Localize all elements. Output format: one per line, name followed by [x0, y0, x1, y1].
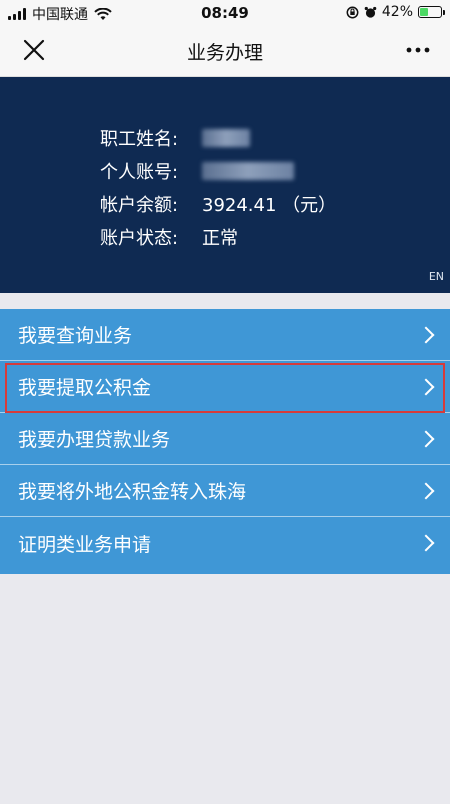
menu-item-loan[interactable]: 我要办理贷款业务 — [0, 413, 450, 465]
chevron-right-icon — [417, 482, 435, 499]
status-row: 账户状态: 正常 — [100, 224, 238, 250]
balance-label: 帐户余额: — [100, 195, 179, 216]
chevron-right-icon — [417, 534, 435, 552]
menu-item-query[interactable]: 我要查询业务 — [0, 309, 450, 361]
chevron-right-icon — [417, 326, 435, 343]
battery-fill — [420, 8, 428, 16]
page: 中国联通 08:49 42% 业务办理 职工姓名: 个人账号: 帐户余额: 39… — [0, 0, 450, 804]
chevron-right-icon — [417, 430, 435, 447]
menu-item-label: 我要办理贷款业务 — [18, 429, 171, 451]
employee-name-label: 职工姓名: — [100, 129, 179, 150]
menu-item-certificate[interactable]: 证明类业务申请 — [0, 517, 450, 569]
personal-account-label: 个人账号: — [100, 162, 179, 183]
status-bar: 中国联通 08:49 42% — [0, 0, 450, 26]
menu-item-withdraw[interactable]: 我要提取公积金 — [0, 361, 450, 413]
personal-account-redacted — [202, 162, 294, 180]
menu-item-label: 证明类业务申请 — [18, 533, 152, 556]
personal-account-row: 个人账号: — [100, 158, 294, 184]
page-title: 业务办理 — [186, 42, 263, 64]
menu-item-label: 我要将外地公积金转入珠海 — [18, 481, 247, 503]
battery-icon — [418, 6, 445, 18]
employee-name-redacted — [202, 129, 250, 147]
nav-bar: 业务办理 — [0, 26, 450, 77]
more-options-icon[interactable] — [404, 40, 432, 60]
menu-item-label: 我要提取公积金 — [18, 377, 152, 399]
service-menu: 我要查询业务 我要提取公积金 我要办理贷款业务 我要将外地公积金转入珠海 证明类… — [0, 309, 450, 574]
chevron-right-icon — [417, 378, 435, 395]
account-status-value: 正常 — [202, 228, 238, 249]
battery-percent: 42% — [381, 4, 413, 20]
menu-item-label: 我要查询业务 — [18, 325, 133, 347]
balance-value: 3924.41 （元） — [202, 195, 337, 216]
account-card: 职工姓名: 个人账号: 帐户余额: 3924.41 （元） 账户状态: 正常 E… — [0, 77, 450, 293]
orientation-lock-icon — [346, 6, 359, 18]
status-right: 42% — [346, 4, 445, 20]
employee-name-row: 职工姓名: — [100, 125, 250, 151]
menu-item-transfer-in[interactable]: 我要将外地公积金转入珠海 — [0, 465, 450, 517]
account-status-label: 账户状态: — [100, 228, 179, 249]
empty-content-area — [0, 574, 450, 804]
language-toggle[interactable]: EN — [429, 270, 444, 283]
alarm-clock-icon — [364, 6, 377, 18]
balance-row: 帐户余额: 3924.41 （元） — [100, 191, 336, 217]
